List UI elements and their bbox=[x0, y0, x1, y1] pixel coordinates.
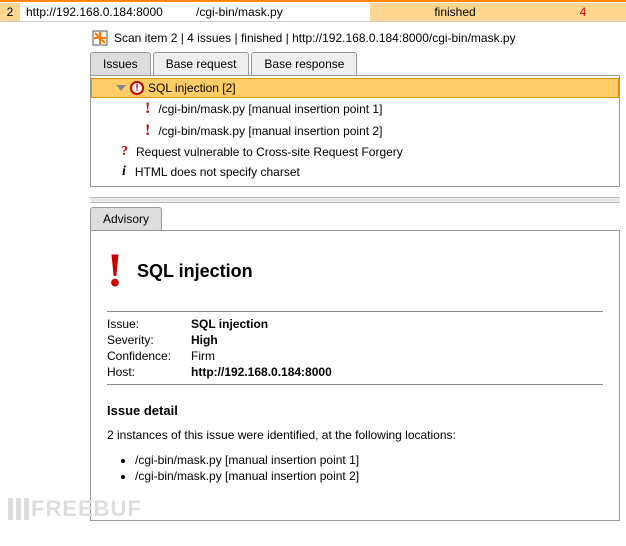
issue-detail-text: 2 instances of this issue were identifie… bbox=[107, 428, 603, 442]
scan-issue-count-cell: 4 bbox=[540, 3, 626, 22]
tab-base-request[interactable]: Base request bbox=[153, 52, 250, 75]
tree-label: /cgi-bin/mask.py [manual insertion point… bbox=[158, 102, 382, 116]
tab-advisory[interactable]: Advisory bbox=[90, 207, 162, 230]
meta-confidence-label: Confidence: bbox=[107, 349, 191, 363]
tree-node-sql-child-1[interactable]: ! /cgi-bin/mask.py [manual insertion poi… bbox=[91, 98, 619, 120]
issue-detail-heading: Issue detail bbox=[107, 403, 603, 418]
scan-item-header: Scan item 2 | 4 issues | finished | http… bbox=[90, 26, 620, 50]
tree-node-csrf[interactable]: ? Request vulnerable to Cross-site Reque… bbox=[91, 142, 619, 162]
advisory-title: SQL injection bbox=[137, 261, 253, 282]
advisory-tabs: Advisory bbox=[90, 207, 620, 231]
issues-tabs: Issues Base request Base response bbox=[90, 52, 620, 76]
meta-issue-value: SQL injection bbox=[191, 317, 268, 331]
tree-label: /cgi-bin/mask.py [manual insertion point… bbox=[158, 124, 382, 138]
watermark-text: FREEBUF bbox=[31, 496, 142, 522]
meta-issue-label: Issue: bbox=[107, 317, 191, 331]
tree-label: SQL injection [2] bbox=[148, 81, 236, 95]
tab-base-response[interactable]: Base response bbox=[251, 52, 357, 75]
advisory-meta-table: Issue: SQL injection Severity: High Conf… bbox=[107, 311, 603, 380]
burp-icon bbox=[92, 30, 108, 46]
severity-large-icon: ! bbox=[107, 247, 123, 295]
advisory-pane: ! SQL injection Issue: SQL injection Sev… bbox=[90, 231, 620, 521]
question-icon: ? bbox=[117, 144, 132, 160]
meta-host-label: Host: bbox=[107, 365, 191, 379]
tree-label: Request vulnerable to Cross-site Request… bbox=[136, 145, 403, 159]
issue-locations-list: /cgi-bin/mask.py [manual insertion point… bbox=[107, 452, 603, 484]
scan-id-cell: 2 bbox=[0, 3, 20, 22]
issue-location-item: /cgi-bin/mask.py [manual insertion point… bbox=[135, 452, 603, 468]
watermark: FREEBUF bbox=[8, 496, 142, 522]
scan-item-header-text: Scan item 2 | 4 issues | finished | http… bbox=[114, 31, 516, 45]
tab-issues[interactable]: Issues bbox=[90, 52, 151, 75]
issue-location-item: /cgi-bin/mask.py [manual insertion point… bbox=[135, 468, 603, 484]
pane-splitter[interactable] bbox=[90, 197, 620, 203]
scan-path-cell: /cgi-bin/mask.py bbox=[190, 3, 370, 22]
alert-icon: ! bbox=[141, 122, 154, 140]
scan-url-cell: http://192.168.0.184:8000 bbox=[20, 3, 190, 22]
scan-status-cell: finished bbox=[370, 3, 540, 22]
tree-node-sql-child-2[interactable]: ! /cgi-bin/mask.py [manual insertion poi… bbox=[91, 120, 619, 142]
tree-node-sql-injection[interactable]: ! SQL injection [2] bbox=[91, 78, 619, 98]
severity-high-icon: ! bbox=[130, 81, 144, 95]
meta-host-value: http://192.168.0.184:8000 bbox=[191, 365, 332, 379]
meta-confidence-value: Firm bbox=[191, 349, 215, 363]
tree-label: HTML does not specify charset bbox=[135, 165, 300, 179]
tree-node-charset[interactable]: i HTML does not specify charset bbox=[91, 162, 619, 182]
expand-toggle-icon[interactable] bbox=[116, 85, 126, 91]
meta-severity-label: Severity: bbox=[107, 333, 191, 347]
scan-summary-row[interactable]: 2 http://192.168.0.184:8000 /cgi-bin/mas… bbox=[0, 0, 626, 22]
meta-severity-value: High bbox=[191, 333, 218, 347]
alert-icon: ! bbox=[141, 100, 154, 118]
info-icon: i bbox=[117, 164, 131, 180]
issues-tree-pane: ! SQL injection [2] ! /cgi-bin/mask.py [… bbox=[90, 76, 620, 187]
